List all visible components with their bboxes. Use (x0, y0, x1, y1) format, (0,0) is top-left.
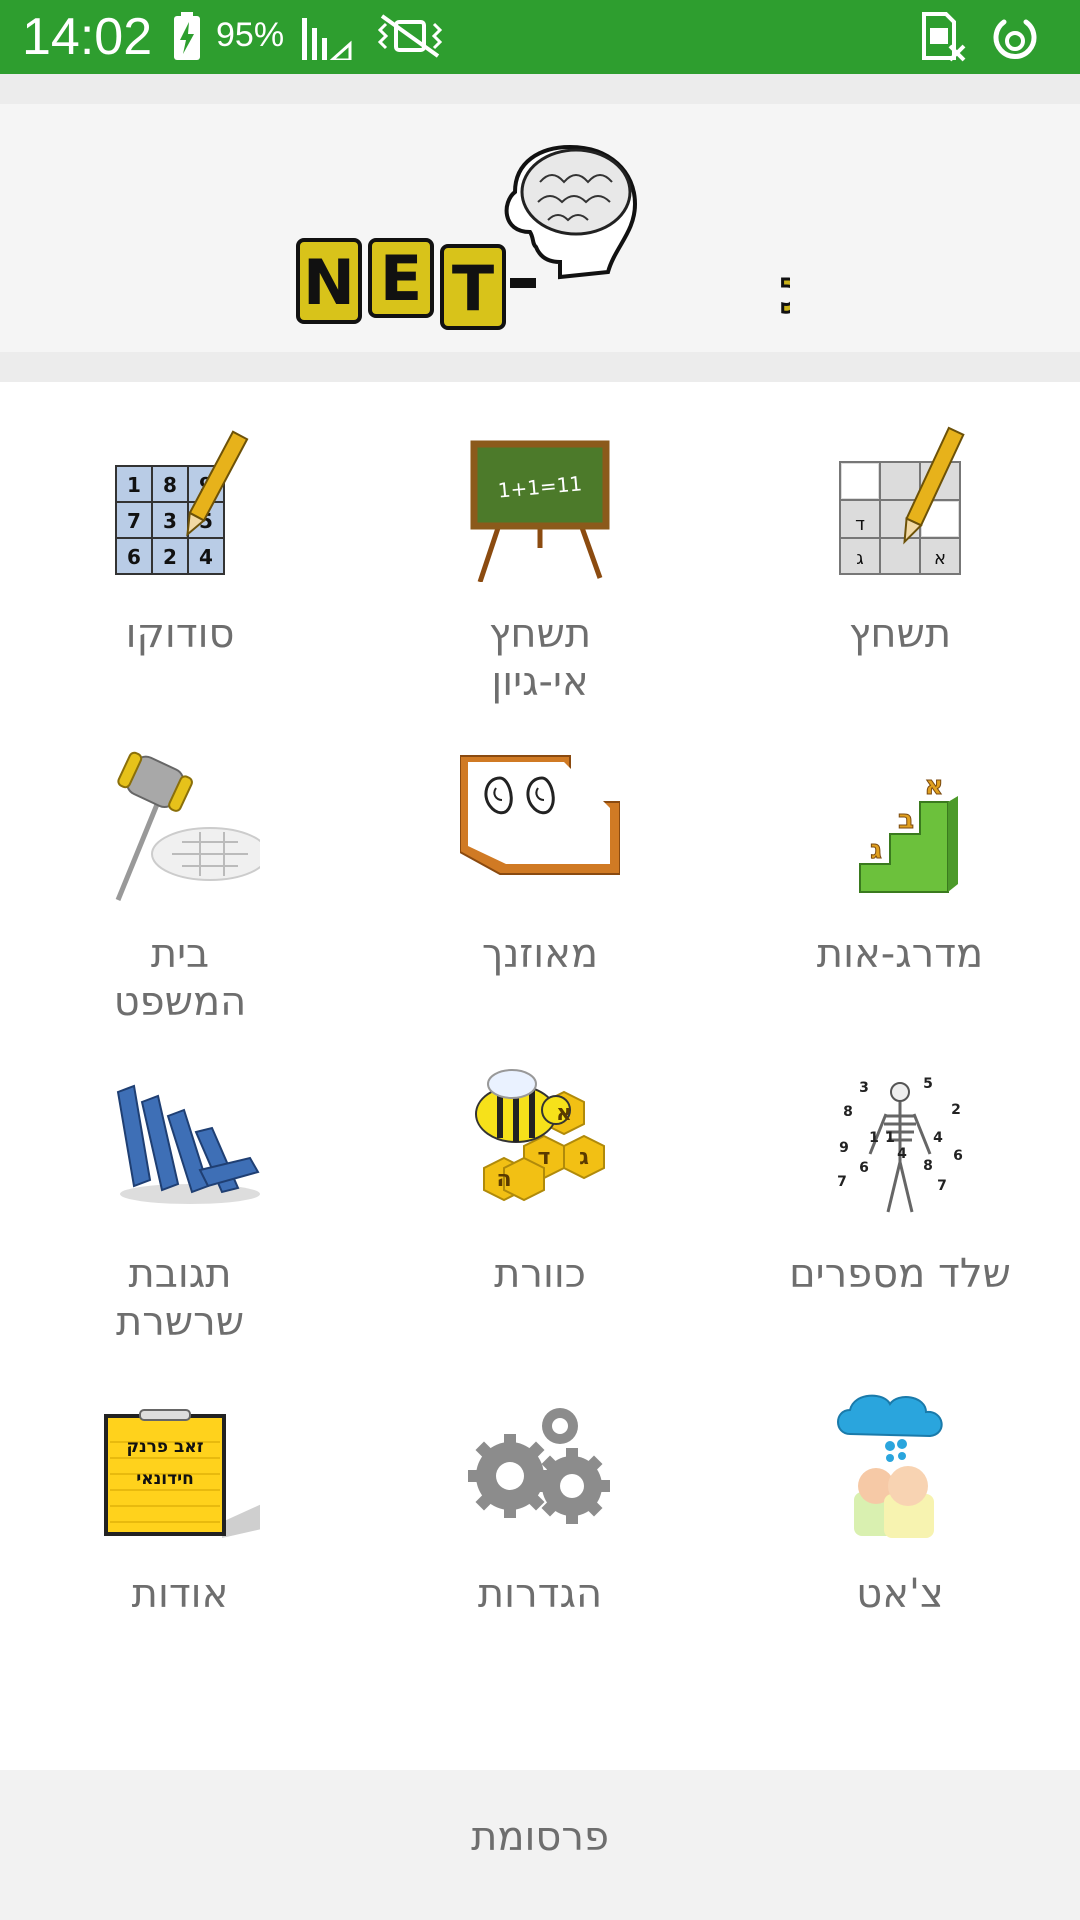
svg-text:ג: ג (579, 1145, 589, 1170)
svg-text:7: 7 (937, 1178, 947, 1194)
tile-maoznech[interactable]: מאוזנך (390, 702, 690, 1002)
svg-text:3: 3 (163, 509, 177, 533)
notepad-icon: זאב פרנק חידונאי (104, 1409, 260, 1538)
vibrate-mute-icon (377, 14, 443, 58)
svg-text:N: N (303, 246, 355, 319)
crossword-icon: ד ג א (839, 426, 965, 575)
svg-text:6: 6 (127, 545, 141, 569)
power-icon (993, 19, 1037, 59)
svg-text:7: 7 (127, 509, 141, 533)
app-logo: N E T אינטליג (296, 144, 790, 330)
battery-percent: 95% (216, 16, 285, 54)
svg-text:4: 4 (199, 545, 213, 569)
svg-text:8: 8 (923, 1158, 933, 1174)
signal-icon (302, 18, 352, 60)
svg-text:4: 4 (933, 1130, 943, 1146)
tile-hive[interactable]: א ג ד ה כוורת (390, 1022, 690, 1322)
svg-text:זאב פרנק: זאב פרנק (126, 1437, 203, 1457)
domino-icon (116, 1084, 260, 1204)
tile-label: מדרג-אות (816, 931, 984, 977)
svg-text:ד: ד (855, 514, 865, 535)
header-spacer (0, 352, 1080, 382)
tile-label: צ'אט (856, 1571, 944, 1617)
svg-text:9: 9 (839, 1140, 849, 1156)
svg-text:ב: ב (898, 805, 914, 835)
app-header: N E T אינטליג (0, 104, 1080, 352)
svg-text:ג: ג (870, 835, 882, 865)
sim-error-icon (922, 12, 966, 62)
letter-stairs-icon: א ב ג (859, 771, 958, 893)
tile-label: תשחץ אי-גיון (488, 611, 592, 705)
svg-text:ה: ה (496, 1167, 511, 1192)
tile-label: תשחץ (848, 611, 952, 657)
svg-text:E: E (380, 242, 422, 315)
tile-label: הגדרות (477, 1571, 603, 1617)
svg-text:4: 4 (897, 1146, 907, 1162)
svg-text:6: 6 (859, 1160, 869, 1176)
svg-text:א: א (925, 771, 944, 801)
svg-text:1: 1 (869, 1130, 879, 1146)
svg-text:1: 1 (127, 473, 141, 497)
sudoku-icon: 1 8 9 7 3 5 6 2 4 (115, 430, 249, 575)
gears-icon (468, 1408, 610, 1524)
tile-label: בית המשפט (113, 931, 247, 1025)
svg-text:5: 5 (923, 1076, 933, 1092)
tile-label: שלד מספרים (789, 1251, 1011, 1297)
svg-text:ג: ג (856, 548, 863, 569)
tile-crossword[interactable]: ד ג א תשחץ (750, 382, 1050, 682)
games-grid: 1 8 9 7 3 5 6 2 4 סודוקו 1+1=11 ת (0, 382, 1080, 1770)
svg-text:2: 2 (951, 1102, 961, 1118)
svg-text:3: 3 (859, 1080, 869, 1096)
tile-label: מאוזנך (481, 931, 599, 977)
tile-label: אודות (131, 1571, 229, 1617)
tile-crossword-illogical[interactable]: 1+1=11 תשחץ אי-גיון (390, 382, 690, 705)
chat-people-icon (837, 1394, 943, 1538)
tile-label: כוורת (494, 1251, 586, 1297)
tile-chain-reaction[interactable]: תגובת שרשרת (30, 1022, 330, 1345)
svg-text:2: 2 (163, 545, 177, 569)
svg-text:6: 6 (953, 1148, 963, 1164)
svg-text:אינטליג: אינטליג (780, 257, 790, 327)
ad-label: פרסומת (471, 1814, 609, 1860)
tile-label: תגובת שרשרת (115, 1251, 245, 1345)
svg-text:א: א (556, 1101, 572, 1126)
svg-text:חידונאי: חידונאי (136, 1469, 194, 1489)
tile-letter-stairs[interactable]: א ב ג מדרג-אות (750, 702, 1050, 1002)
tile-courthouse[interactable]: בית המשפט (30, 702, 330, 1025)
clock: 14:02 (22, 8, 153, 66)
tile-number-skeleton[interactable]: 3 5 8 2 1 1 4 9 6 4 8 6 7 7 שלד מספרים (750, 1022, 1050, 1322)
svg-text:7: 7 (837, 1174, 847, 1190)
svg-text:ד: ד (538, 1145, 551, 1170)
svg-text:8: 8 (843, 1104, 853, 1120)
tile-sudoku[interactable]: 1 8 9 7 3 5 6 2 4 סודוקו (30, 382, 330, 682)
tile-chat[interactable]: צ'אט (750, 1342, 1050, 1642)
chalkboard-icon: 1+1=11 (470, 440, 610, 582)
gavel-icon (115, 751, 260, 901)
tile-label: סודוקו (125, 611, 235, 657)
bee-hive-icon: א ג ד ה (475, 1069, 605, 1202)
status-bar: 14:02 95% (0, 0, 1080, 74)
battery-charging-icon (174, 12, 200, 60)
bed-ears-icon (460, 755, 620, 875)
svg-text:T: T (452, 252, 494, 325)
top-spacer (0, 74, 1080, 104)
svg-text:1: 1 (885, 1130, 895, 1146)
ad-banner[interactable]: פרסומת (0, 1770, 1080, 1920)
skeleton-numbers-icon: 3 5 8 2 1 1 4 9 6 4 8 6 7 7 (837, 1076, 963, 1213)
tile-about[interactable]: זאב פרנק חידונאי אודות (30, 1342, 330, 1642)
svg-text:8: 8 (163, 473, 177, 497)
tile-settings[interactable]: הגדרות (390, 1342, 690, 1642)
svg-text:א: א (934, 548, 946, 569)
logo-net-blocks: N E T (296, 238, 506, 330)
